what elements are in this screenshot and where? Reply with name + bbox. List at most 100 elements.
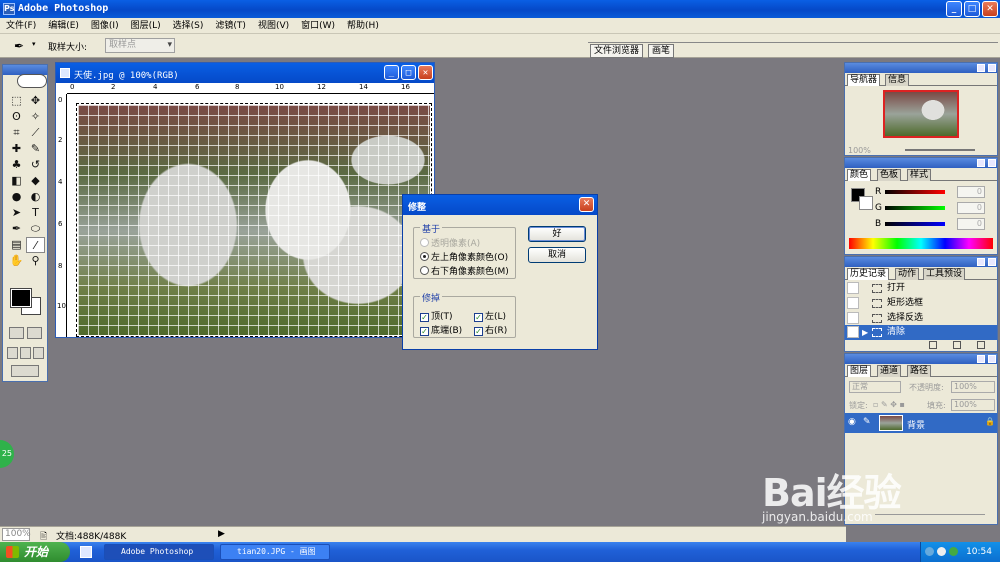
- palette-close-button[interactable]: [988, 64, 996, 72]
- hand-tool-icon[interactable]: ✋: [7, 253, 26, 269]
- tab-swatches[interactable]: 色板: [877, 169, 902, 181]
- taskbar-paint[interactable]: tian20.JPG - 画图: [220, 544, 330, 560]
- security-icon[interactable]: [949, 547, 958, 556]
- minimize-button[interactable]: _: [946, 1, 962, 17]
- layer-row-background[interactable]: ◉ ✎ 背景 🔒: [845, 413, 997, 433]
- palette-minimize-button[interactable]: [977, 258, 985, 266]
- menu-edit[interactable]: 编辑(E): [42, 18, 85, 34]
- color-swatches[interactable]: [9, 287, 43, 317]
- red-slider[interactable]: [885, 190, 945, 194]
- brush-link-icon[interactable]: ✎: [863, 417, 871, 427]
- status-menu-arrow-icon[interactable]: ▶: [218, 529, 225, 539]
- move-tool-icon[interactable]: ✥: [26, 93, 45, 109]
- show-desktop-icon[interactable]: [80, 546, 92, 558]
- blur-tool-icon[interactable]: ●: [7, 189, 26, 205]
- adobe-online-icon[interactable]: [17, 74, 47, 88]
- screen-mode-full-menu-button[interactable]: [20, 347, 31, 359]
- status-zoom-field[interactable]: 100%: [2, 528, 31, 541]
- tab-info[interactable]: 信息: [885, 74, 910, 86]
- palette-minimize-button[interactable]: [977, 64, 985, 72]
- red-value-field[interactable]: 0: [957, 186, 985, 198]
- paint-bucket-icon[interactable]: ◆: [26, 173, 45, 189]
- slice-tool-icon[interactable]: ⟋: [26, 125, 45, 141]
- tab-color[interactable]: 颜色: [847, 169, 872, 181]
- start-button[interactable]: 开始: [0, 542, 70, 562]
- palette-close-button[interactable]: [988, 355, 996, 363]
- blend-mode-select[interactable]: 正常: [849, 381, 901, 393]
- checkbox-bottom[interactable]: ✓ 底端(B): [420, 323, 462, 336]
- history-snapshot-checkbox[interactable]: [847, 326, 859, 338]
- green-slider[interactable]: [885, 206, 945, 210]
- clone-stamp-icon[interactable]: ♣: [7, 157, 26, 173]
- menu-window[interactable]: 窗口(W): [295, 18, 341, 34]
- history-item-active[interactable]: ▶ 清除: [845, 325, 997, 340]
- blue-value-field[interactable]: 0: [957, 218, 985, 230]
- eraser-tool-icon[interactable]: ◧: [7, 173, 26, 189]
- checkbox-left[interactable]: ✓ 左(L): [474, 309, 506, 322]
- checkbox-right[interactable]: ✓ 右(R): [474, 323, 507, 336]
- palette-minimize-button[interactable]: [977, 355, 985, 363]
- standard-mode-button[interactable]: [9, 327, 24, 339]
- notes-tool-icon[interactable]: ▤: [7, 237, 26, 253]
- tool-preset-chevron-icon[interactable]: ▾: [32, 40, 36, 48]
- tab-brushes[interactable]: 画笔: [648, 44, 675, 58]
- history-item[interactable]: 选择反选: [845, 311, 997, 326]
- marquee-tool-icon[interactable]: ⬚: [7, 93, 26, 109]
- menu-image[interactable]: 图像(I): [85, 18, 125, 34]
- bg-color-swatch[interactable]: [859, 196, 873, 210]
- type-tool-icon[interactable]: T: [26, 205, 45, 221]
- restore-button[interactable]: □: [964, 1, 980, 17]
- history-snapshot-checkbox[interactable]: [847, 282, 859, 294]
- tab-actions[interactable]: 动作: [895, 268, 920, 280]
- quickmask-mode-button[interactable]: [27, 327, 42, 339]
- doc-minimize-button[interactable]: _: [384, 65, 399, 80]
- tab-layers[interactable]: 图层: [847, 365, 872, 377]
- lasso-tool-icon[interactable]: ʘ: [7, 109, 26, 125]
- navigator-zoom-slider[interactable]: [905, 149, 975, 151]
- crop-tool-icon[interactable]: ⌗: [7, 125, 26, 141]
- taskbar-photoshop[interactable]: Adobe Photoshop: [104, 544, 214, 560]
- pen-tool-icon[interactable]: ✒: [7, 221, 26, 237]
- menu-view[interactable]: 视图(V): [252, 18, 295, 34]
- magic-wand-icon[interactable]: ✧: [26, 109, 45, 125]
- doc-close-button[interactable]: ✕: [418, 65, 433, 80]
- eyedropper-icon[interactable]: ✒: [14, 39, 28, 53]
- close-button[interactable]: ✕: [982, 1, 998, 17]
- menu-file[interactable]: 文件(F): [0, 18, 42, 34]
- volume-icon[interactable]: [937, 547, 946, 556]
- dodge-tool-icon[interactable]: ◐: [26, 189, 45, 205]
- visibility-eye-icon[interactable]: ◉: [848, 417, 856, 427]
- healing-brush-icon[interactable]: ✚: [7, 141, 26, 157]
- dialog-close-button[interactable]: ✕: [579, 197, 594, 212]
- tab-history[interactable]: 历史记录: [847, 268, 890, 280]
- tab-file-browser[interactable]: 文件浏览器: [590, 44, 644, 58]
- jump-to-imageready-button[interactable]: [11, 365, 39, 377]
- checkbox-top[interactable]: ✓ 顶(T): [420, 309, 453, 322]
- notification-badge[interactable]: 25: [0, 440, 14, 468]
- history-item[interactable]: 矩形选框: [845, 296, 997, 311]
- navigator-thumbnail[interactable]: [883, 90, 959, 138]
- eyedropper-tool-icon[interactable]: ⁄: [26, 237, 45, 253]
- history-snapshot-checkbox[interactable]: [847, 312, 859, 324]
- tab-styles[interactable]: 样式: [907, 169, 932, 181]
- history-snapshot-checkbox[interactable]: [847, 297, 859, 309]
- new-document-from-state-icon[interactable]: [929, 341, 937, 349]
- navigator-zoom[interactable]: 100%: [848, 146, 871, 155]
- menu-select[interactable]: 选择(S): [167, 18, 210, 34]
- network-icon[interactable]: [925, 547, 934, 556]
- tab-channels[interactable]: 通道: [877, 365, 902, 377]
- history-item[interactable]: 打开: [845, 281, 997, 296]
- palette-close-button[interactable]: [988, 159, 996, 167]
- ok-button[interactable]: 好: [528, 226, 586, 242]
- menu-layer[interactable]: 图层(L): [125, 18, 167, 34]
- blue-slider[interactable]: [885, 222, 945, 226]
- opacity-field[interactable]: 100%: [951, 381, 995, 393]
- cancel-button[interactable]: 取消: [528, 247, 586, 263]
- zoom-tool-icon[interactable]: ⚲: [26, 253, 45, 269]
- path-select-icon[interactable]: ➤: [7, 205, 26, 221]
- brush-tool-icon[interactable]: ✎: [26, 141, 45, 157]
- radio-bottom-right-color[interactable]: 右下角像素颜色(M): [420, 264, 509, 277]
- lock-icons[interactable]: ▫ ✎ ✥ ▪: [873, 400, 905, 409]
- foreground-color-swatch[interactable]: [10, 288, 32, 308]
- sample-size-select[interactable]: 取样点: [105, 38, 175, 53]
